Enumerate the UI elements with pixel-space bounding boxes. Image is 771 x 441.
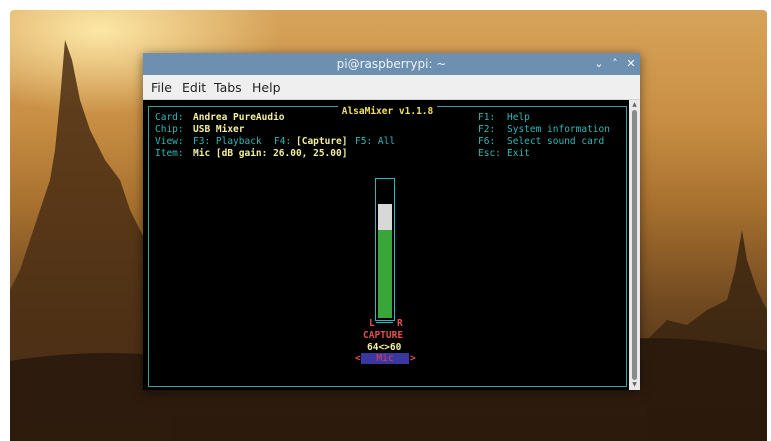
help-text-f1: Help xyxy=(507,112,530,123)
menu-help[interactable]: Help xyxy=(252,80,281,95)
view-label: View: xyxy=(155,136,184,147)
terminal-scrollbar[interactable]: ▲ ▼ xyxy=(629,100,640,390)
menu-tabs[interactable]: Tabs xyxy=(214,80,242,95)
window-title: pi@raspberrypi: ~ xyxy=(336,57,447,71)
view-capture-key: F4: xyxy=(274,136,292,147)
card-value: Andrea PureAudio xyxy=(193,112,285,123)
item-value: Mic [dB gain: 26.00, 25.00] xyxy=(193,148,348,159)
maximize-icon[interactable]: ˄ xyxy=(607,56,623,72)
help-key-f1: F1: xyxy=(478,112,496,123)
view-capture[interactable]: [Capture] xyxy=(296,136,347,148)
help-key-f2: F2: xyxy=(478,124,496,135)
window-titlebar[interactable]: pi@raspberrypi: ~ ⌄ ˄ ✕ xyxy=(143,53,640,75)
view-all[interactable]: F5: All xyxy=(355,136,395,148)
terminal-area[interactable]: AlsaMixer v1.1.8 Card: Andrea PureAudio … xyxy=(143,100,629,390)
item-label: Item: xyxy=(155,148,184,159)
capture-volume-meter[interactable] xyxy=(375,178,395,321)
chip-label: Chip: xyxy=(155,124,184,135)
menubar: File Edit Tabs Help xyxy=(143,75,640,100)
help-text-f2: System information xyxy=(507,124,610,135)
control-left-arrow: < xyxy=(355,353,361,364)
control-right-arrow: > xyxy=(410,353,416,364)
meter-peak-bar xyxy=(378,204,392,230)
scroll-down-icon[interactable]: ▼ xyxy=(631,381,638,388)
control-name-mic[interactable]: Mic xyxy=(361,353,409,364)
help-text-f6: Select sound card xyxy=(507,136,605,147)
capture-status[interactable]: CAPTURE xyxy=(363,330,403,342)
menu-edit[interactable]: Edit xyxy=(182,80,206,95)
close-icon[interactable]: ✕ xyxy=(623,56,639,72)
help-key-esc: Esc: xyxy=(478,148,501,159)
view-playback[interactable]: F3: Playback xyxy=(193,136,262,148)
meter-base-line xyxy=(376,322,393,323)
card-label: Card: xyxy=(155,112,184,123)
terminal-window: pi@raspberrypi: ~ ⌄ ˄ ✕ File Edit Tabs H… xyxy=(143,53,640,390)
left-channel-label: L xyxy=(369,318,375,329)
help-text-esc: Exit xyxy=(507,148,530,159)
scrollbar-thumb[interactable] xyxy=(632,110,637,380)
minimize-icon[interactable]: ⌄ xyxy=(591,56,607,72)
chip-value: USB Mixer xyxy=(193,124,245,135)
right-channel-label: R xyxy=(397,318,403,329)
scroll-up-icon[interactable]: ▲ xyxy=(631,101,638,108)
alsamixer-title: AlsaMixer v1.1.8 xyxy=(337,106,438,117)
help-key-f6: F6: xyxy=(478,136,496,147)
menu-file[interactable]: File xyxy=(151,80,172,95)
meter-level-bar xyxy=(378,230,392,318)
